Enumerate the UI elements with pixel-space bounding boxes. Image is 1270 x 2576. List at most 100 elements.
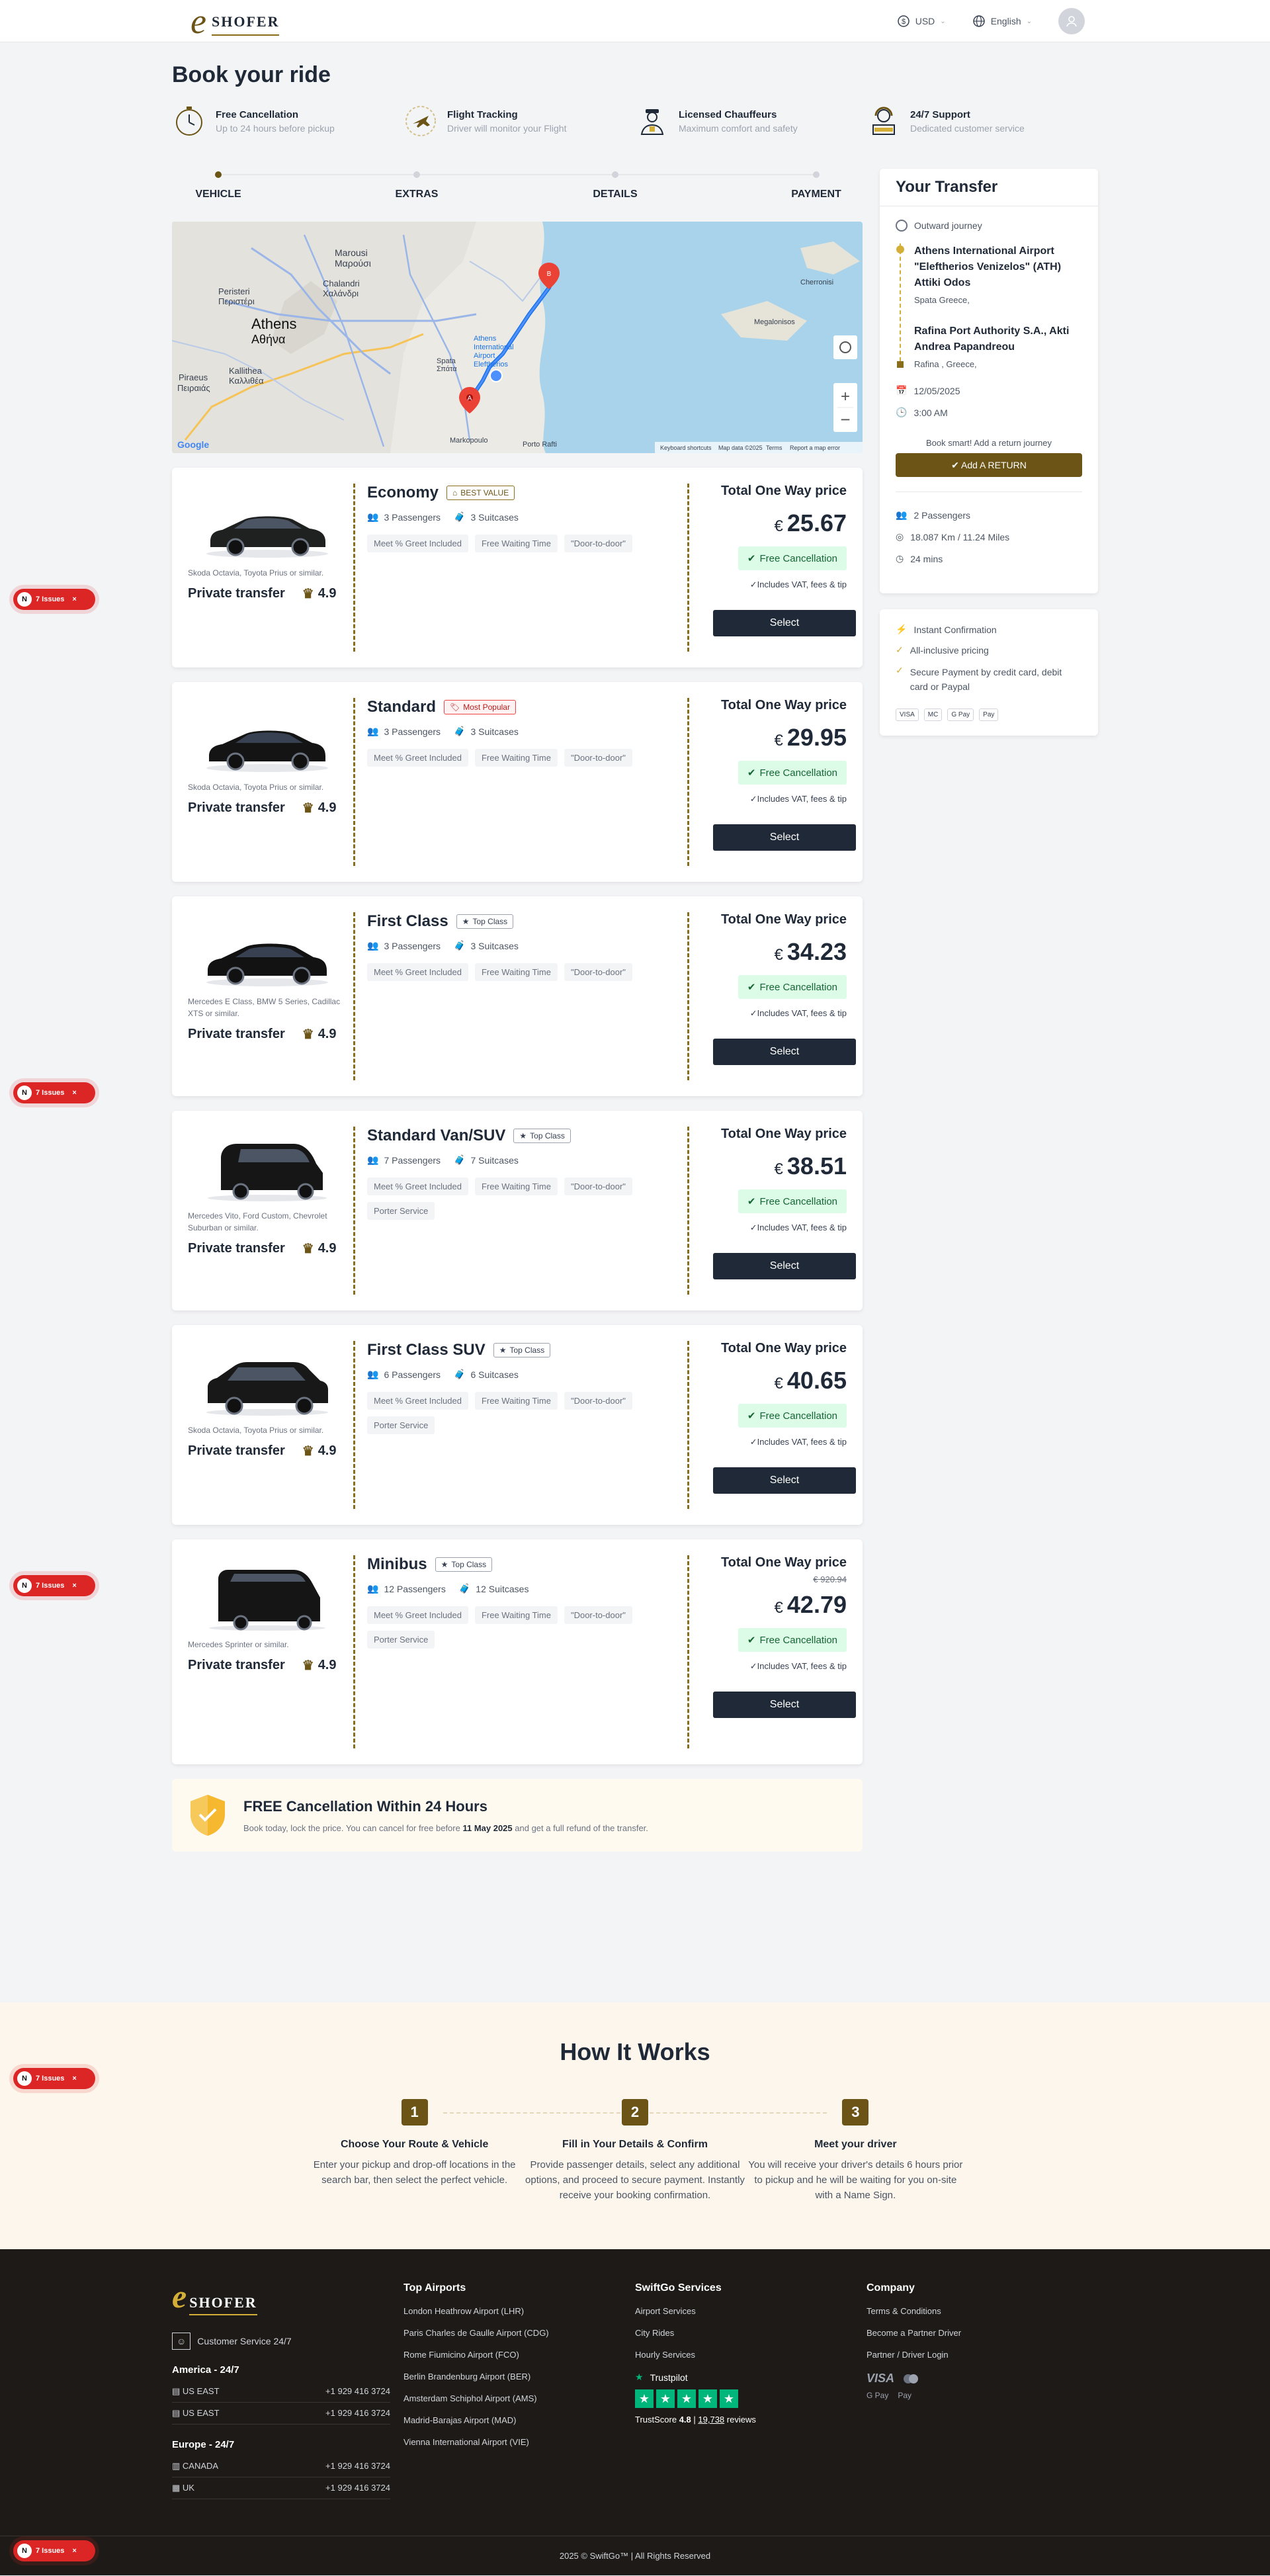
google-pay-icon: G Pay [867, 2391, 889, 2400]
crown-icon: ♛ [302, 801, 314, 816]
apple-pay-icon: Pay [898, 2391, 912, 2400]
pickup-time: 🕒 3:00 AM [896, 407, 948, 418]
zoom-in-button[interactable]: + [841, 388, 850, 406]
price-value: 25.67 [786, 509, 847, 537]
your-transfer-panel: Your Transfer Outward journey Athens Int… [880, 169, 1098, 593]
zoom-out-button[interactable]: − [840, 409, 850, 429]
van-car-image [208, 1144, 327, 1201]
phone-row[interactable]: ▥ CANADA +1 929 416 3724 [172, 2456, 390, 2477]
price-value: 38.51 [786, 1152, 847, 1180]
free-cancellation-badge: ✔ Free Cancellation [738, 1404, 847, 1428]
dashed-divider [687, 484, 689, 652]
footer-link[interactable]: Rome Fiumicino Airport (FCO) [403, 2350, 635, 2360]
add-return-button[interactable]: ✔ Add A RETURN [896, 453, 1082, 477]
locate-button[interactable] [833, 335, 857, 359]
suitcase-icon: 🧳 [454, 1154, 466, 1165]
step-extras[interactable]: EXTRAS [370, 169, 463, 200]
free-cancellation-badge: ✔ Free Cancellation [738, 1189, 847, 1213]
close-icon: × [72, 2547, 77, 2555]
route-map[interactable]: A B Athens Αθήνα Peristeri Περιστέρι Cha… [172, 222, 863, 453]
site-logo[interactable]: e SHOFER [190, 3, 280, 39]
svg-text:Πειραιάς: Πειραιάς [177, 383, 210, 393]
vehicle-name: Standard Van/SUV [367, 1127, 506, 1144]
phone-row[interactable]: ▤ US EAST +1 929 416 3724 [172, 2381, 390, 2403]
language-selector[interactable]: English ⌄ [972, 15, 1032, 28]
footer-link[interactable]: Paris Charles de Gaulle Airport (CDG) [403, 2328, 635, 2338]
svg-text:Kallithea: Kallithea [229, 366, 263, 376]
svg-text:Καλλιθέα: Καλλιθέα [229, 376, 264, 386]
close-icon: × [72, 1582, 77, 1590]
feature-strip: Free Cancellation Up to 24 hours before p… [172, 104, 1098, 138]
select-button[interactable]: Select [713, 1253, 856, 1279]
svg-text:Spata: Spata [437, 357, 456, 365]
passengers-icon: 👥 [367, 726, 379, 736]
issues-badge[interactable]: N7 Issues × [13, 2068, 95, 2089]
footer-link[interactable]: Berlin Brandenburg Airport (BER) [403, 2372, 635, 2382]
free-cancellation-notice: FREE Cancellation Within 24 Hours Book t… [172, 1779, 863, 1852]
feature-support: 24/7 Support Dedicated customer service [867, 104, 1098, 138]
step-vehicle[interactable]: VEHICLE [172, 169, 265, 200]
trustpilot-stars: ★ ★ ★ ★ ★ [635, 2389, 867, 2408]
star-icon: ★ [462, 917, 470, 926]
currency-selector[interactable]: $ USD ⌄ [897, 15, 946, 28]
select-button[interactable]: Select [713, 1039, 856, 1065]
crown-icon: ♛ [302, 1444, 314, 1459]
svg-text:Map data ©2025: Map data ©2025 [718, 445, 763, 451]
map-canvas[interactable]: A B Athens Αθήνα Peristeri Περιστέρι Cha… [172, 222, 863, 453]
step-details[interactable]: DETAILS [569, 169, 661, 200]
issues-badge[interactable]: N7 Issues × [13, 1082, 95, 1103]
svg-text:Athens: Athens [251, 316, 297, 332]
benefits-panel: ⚡ Instant Confirmation ✓ All-inclusive pri… [880, 609, 1098, 736]
select-button[interactable]: Select [713, 610, 856, 636]
crown-icon: ♛ [302, 1658, 314, 1673]
check-icon: ✓ [896, 665, 904, 675]
footer-link[interactable]: London Heathrow Airport (LHR) [403, 2306, 635, 2316]
svg-text:B: B [547, 271, 552, 278]
vehicle-name: Minibus [367, 1555, 427, 1573]
footer-logo[interactable]: e SHOFER [172, 2278, 403, 2315]
select-button[interactable]: Select [713, 824, 856, 851]
user-avatar[interactable] [1058, 8, 1085, 34]
minibus-car-image [209, 1570, 325, 1631]
phone-row[interactable]: ▦ UK +1 929 416 3724 [172, 2477, 390, 2499]
vehicle-name: First Class SUV [367, 1341, 486, 1359]
footer-link[interactable]: Terms & Conditions [867, 2306, 1098, 2316]
step-payment[interactable]: PAYMENT [770, 169, 863, 200]
footer-link[interactable]: Hourly Services [635, 2350, 867, 2360]
trustpilot-star-icon: ★ [635, 2372, 644, 2382]
issues-badge[interactable]: N7 Issues × [13, 589, 95, 610]
outward-journey-toggle[interactable]: Outward journey [896, 220, 1082, 232]
footer-link[interactable]: Become a Partner Driver [867, 2328, 1098, 2338]
us-flag-icon: ▤ [172, 2386, 181, 2396]
issues-badge[interactable]: N7 Issues × [13, 1575, 95, 1596]
svg-text:Terms: Terms [766, 445, 783, 451]
footer-link[interactable]: Amsterdam Schiphol Airport (AMS) [403, 2393, 635, 2403]
crown-icon: ♛ [302, 1242, 314, 1256]
footer-link[interactable]: Madrid-Barajas Airport (MAD) [403, 2415, 635, 2425]
svg-text:Cherronisi: Cherronisi [800, 279, 833, 286]
check-circle-icon: ✔ [747, 1410, 756, 1422]
phone-row[interactable]: ▤ US EAST +1 929 416 3724 [172, 2403, 390, 2425]
select-button[interactable]: Select [713, 1467, 856, 1494]
footer-link[interactable]: City Rides [635, 2328, 867, 2338]
visa-icon: VISA [867, 2372, 895, 2385]
dollar-icon: $ [897, 15, 910, 27]
route-summary: Athens International Airport "Eleftherio… [896, 243, 1082, 369]
vehicle-name: Economy [367, 484, 439, 501]
svg-text:Airport: Airport [474, 352, 495, 360]
issues-badge[interactable]: N7 Issues × [13, 2540, 95, 2561]
footer-link[interactable]: Airport Services [635, 2306, 867, 2316]
footer-link[interactable]: Partner / Driver Login [867, 2350, 1098, 2360]
select-button[interactable]: Select [713, 1692, 856, 1718]
booking-steps: VEHICLE EXTRAS DETAILS PAYMENT [172, 169, 863, 222]
svg-text:Σπάτα: Σπάτα [437, 365, 457, 373]
close-icon: × [72, 595, 77, 603]
copyright: 2025 © SwiftGo™ | All Rights Reserved [0, 2536, 1270, 2575]
check-circle-icon: ✔ [747, 553, 756, 564]
passengers-icon: 👥 [367, 1583, 379, 1594]
badge: ★ Top Class [493, 1343, 551, 1357]
check-circle-icon: ✔ [747, 982, 756, 993]
footer-link[interactable]: Vienna International Airport (VIE) [403, 2437, 635, 2447]
svg-text:Report a map error: Report a map error [790, 445, 840, 451]
google-pay-icon: G Pay [947, 708, 974, 721]
